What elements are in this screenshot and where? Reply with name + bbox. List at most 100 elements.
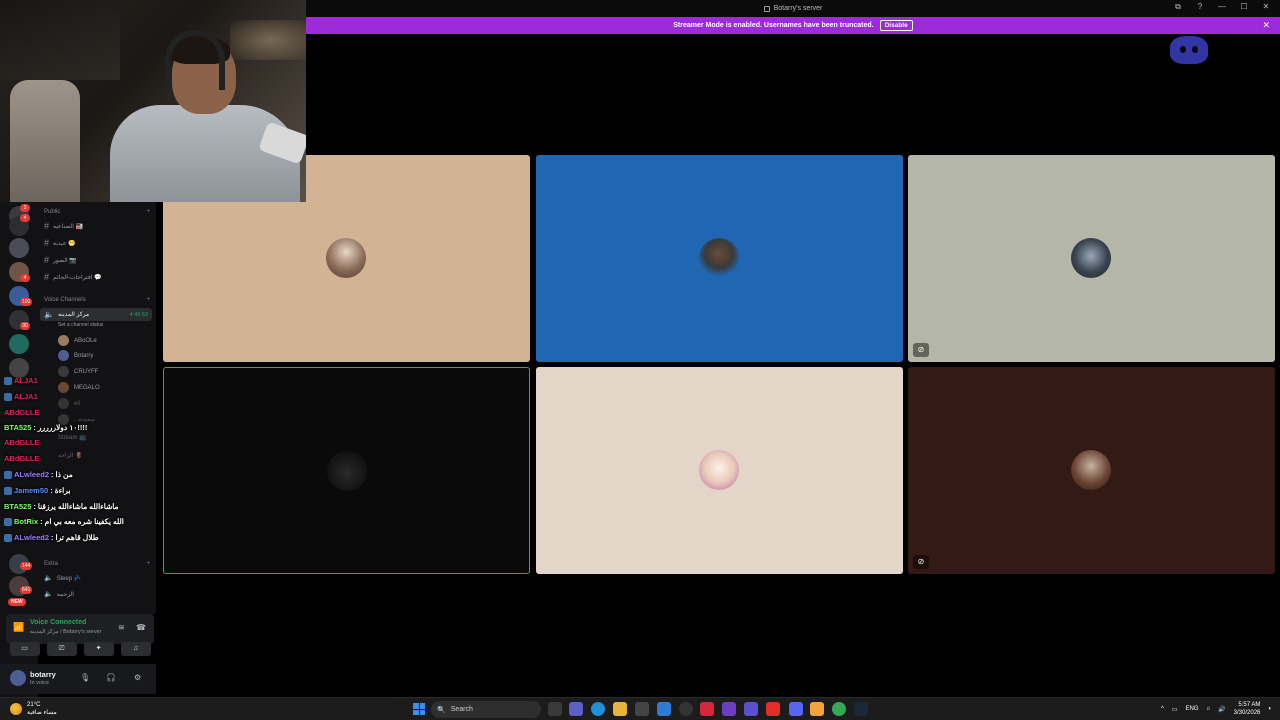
voice-member[interactable]: ell <box>58 398 80 409</box>
store-icon[interactable] <box>635 702 649 716</box>
platform-icon <box>4 486 12 495</box>
discord-icon[interactable] <box>789 702 803 716</box>
chevron-up-icon[interactable]: ^ <box>1161 706 1164 712</box>
steam-icon[interactable] <box>854 702 868 716</box>
notification-badge: 4 <box>20 274 30 282</box>
server-icon[interactable] <box>9 334 29 354</box>
voice-connected-label[interactable]: Voice Connected <box>30 619 86 626</box>
voice-member[interactable]: MEGALO <box>58 382 100 393</box>
noise-suppression-icon[interactable]: ≋ <box>118 623 125 632</box>
obs-icon[interactable] <box>679 702 693 716</box>
chat-text: ١٠ دولاررررر!!!! <box>37 423 88 432</box>
inbox-icon[interactable]: ⧉ <box>1172 2 1184 12</box>
channel-status[interactable]: Set a channel status <box>58 322 103 328</box>
weather-desc: مساء صافية <box>27 710 57 716</box>
text-channel[interactable]: # الصناعيه 🏭 <box>44 221 83 231</box>
minimize-button[interactable]: — <box>1216 2 1228 12</box>
headphones-icon <box>165 30 225 90</box>
activities-button[interactable]: ✦ <box>83 642 114 656</box>
chrome-icon[interactable] <box>832 702 846 716</box>
system-tray: ^ ▭ ENG ⌂ 🔊 5:57 AM 3/30/2026 ◐ <box>1161 701 1272 717</box>
category-voice[interactable]: Voice Channels + <box>44 297 150 303</box>
voice-channel-path[interactable]: مركز المدينه / Botarry's server <box>30 629 102 635</box>
category-public[interactable]: Public + <box>44 209 150 215</box>
tray-app-icon[interactable]: ▭ <box>1172 706 1178 713</box>
member-name: ...سعيدة <box>74 417 96 423</box>
volume-icon[interactable]: 🔊 <box>1218 706 1225 713</box>
soundboard-button[interactable]: ♫ <box>120 642 151 656</box>
teams-icon[interactable] <box>744 702 758 716</box>
clock[interactable]: 5:57 AM 3/30/2026 <box>1234 701 1261 717</box>
file-explorer-icon[interactable] <box>613 702 627 716</box>
category-extra[interactable]: Extra + <box>44 561 150 567</box>
user-status: In voice <box>30 680 49 686</box>
voice-channel-active[interactable]: 🔈 مركز المدينه 4:49:53 <box>40 308 152 321</box>
voice-member[interactable]: Botarry <box>58 350 93 361</box>
notification-badge: 641 <box>20 586 33 594</box>
chat-message: ALwleed2 : طلال قاهم ترا <box>4 533 99 542</box>
settings-gear-icon[interactable]: ⚙ <box>134 673 141 682</box>
headphones-icon[interactable]: 🎧 <box>106 673 116 682</box>
mail-icon[interactable] <box>657 702 671 716</box>
text-channel[interactable]: # عيدية 😁 <box>44 238 76 248</box>
close-banner-icon[interactable]: ✕ <box>1262 20 1270 31</box>
voice-channel[interactable]: 🔈 الزحمه <box>44 590 74 598</box>
start-button-icon[interactable] <box>413 703 425 715</box>
task-view-icon[interactable] <box>548 702 562 716</box>
camera-button[interactable]: ▭ <box>9 642 40 656</box>
signal-icon[interactable]: 📶 <box>13 622 24 633</box>
text-channel[interactable]: # اقتراحات-الجائم 💬 <box>44 272 102 282</box>
server-icon[interactable] <box>9 238 29 258</box>
add-channel-icon[interactable]: + <box>146 297 150 303</box>
video-tile-5[interactable] <box>536 367 903 574</box>
add-channel-icon[interactable]: + <box>146 209 150 215</box>
platform-icon <box>4 392 12 401</box>
voice-channel[interactable]: Stream 📺 <box>58 434 86 441</box>
youtube-icon[interactable] <box>766 702 780 716</box>
taskbar-search[interactable]: 🔍 Search <box>431 701 541 718</box>
video-tile-6[interactable]: ⊘ <box>908 367 1275 574</box>
chat-username: ALwleed2 <box>14 470 50 479</box>
add-channel-icon[interactable]: + <box>146 561 150 567</box>
member-name: الراحه 🌷 <box>58 453 83 459</box>
window-title: Botarry's server <box>773 5 823 12</box>
video-tile-3[interactable]: ⊘ <box>908 155 1275 362</box>
disable-streamer-mode-button[interactable]: Disable <box>879 20 913 31</box>
screen-share-button[interactable]: ⎚ <box>46 642 77 656</box>
disconnect-icon[interactable]: ☎ <box>136 623 146 632</box>
text-channel[interactable]: # الصور 📷 <box>44 255 77 265</box>
video-tile-4[interactable] <box>163 367 530 574</box>
notification-icon[interactable]: ◐ <box>1268 706 1272 712</box>
member-name: Stream 📺 <box>58 435 87 441</box>
network-icon[interactable]: ⌂ <box>1207 706 1211 712</box>
avatar <box>58 366 69 377</box>
voice-channel[interactable]: الراحه 🌷 <box>58 452 83 459</box>
video-tile-2[interactable] <box>536 155 903 362</box>
language-indicator[interactable]: ENG <box>1186 706 1199 712</box>
voice-member[interactable]: ABoOLe <box>58 335 97 346</box>
close-window-button[interactable]: ✕ <box>1260 2 1272 12</box>
copilot-icon[interactable] <box>569 702 583 716</box>
avatar[interactable] <box>10 670 26 686</box>
chat-username: ABdGLLE <box>4 408 40 417</box>
chat-message: ABdGLLE <box>4 454 41 463</box>
microphone-icon[interactable]: 🎙 <box>80 673 90 682</box>
user-avatar <box>327 451 367 491</box>
voice-member[interactable]: CRUYFF <box>58 366 98 377</box>
help-icon[interactable]: ? <box>1194 2 1206 12</box>
app-icon[interactable] <box>810 702 824 716</box>
username[interactable]: botarry <box>30 670 56 679</box>
server-icon[interactable] <box>9 358 29 378</box>
date: 3/30/2026 <box>1233 710 1261 716</box>
voice-channel[interactable]: 🔈 Sleep 💤 <box>44 574 81 582</box>
hash-icon: # <box>44 238 50 248</box>
weather-widget[interactable]: 21°C مساء صافية <box>10 701 57 717</box>
channel-sidebar: Public + # الصناعيه 🏭 # عيدية 😁 # الصور … <box>38 202 156 614</box>
media-app-icon[interactable] <box>700 702 714 716</box>
edge-icon[interactable] <box>591 702 605 716</box>
webcam-chair <box>10 80 80 202</box>
time: 5:57 AM <box>1238 702 1261 708</box>
hash-icon: # <box>44 272 50 282</box>
maximize-button[interactable]: ☐ <box>1238 2 1250 12</box>
app-icon[interactable] <box>722 702 736 716</box>
